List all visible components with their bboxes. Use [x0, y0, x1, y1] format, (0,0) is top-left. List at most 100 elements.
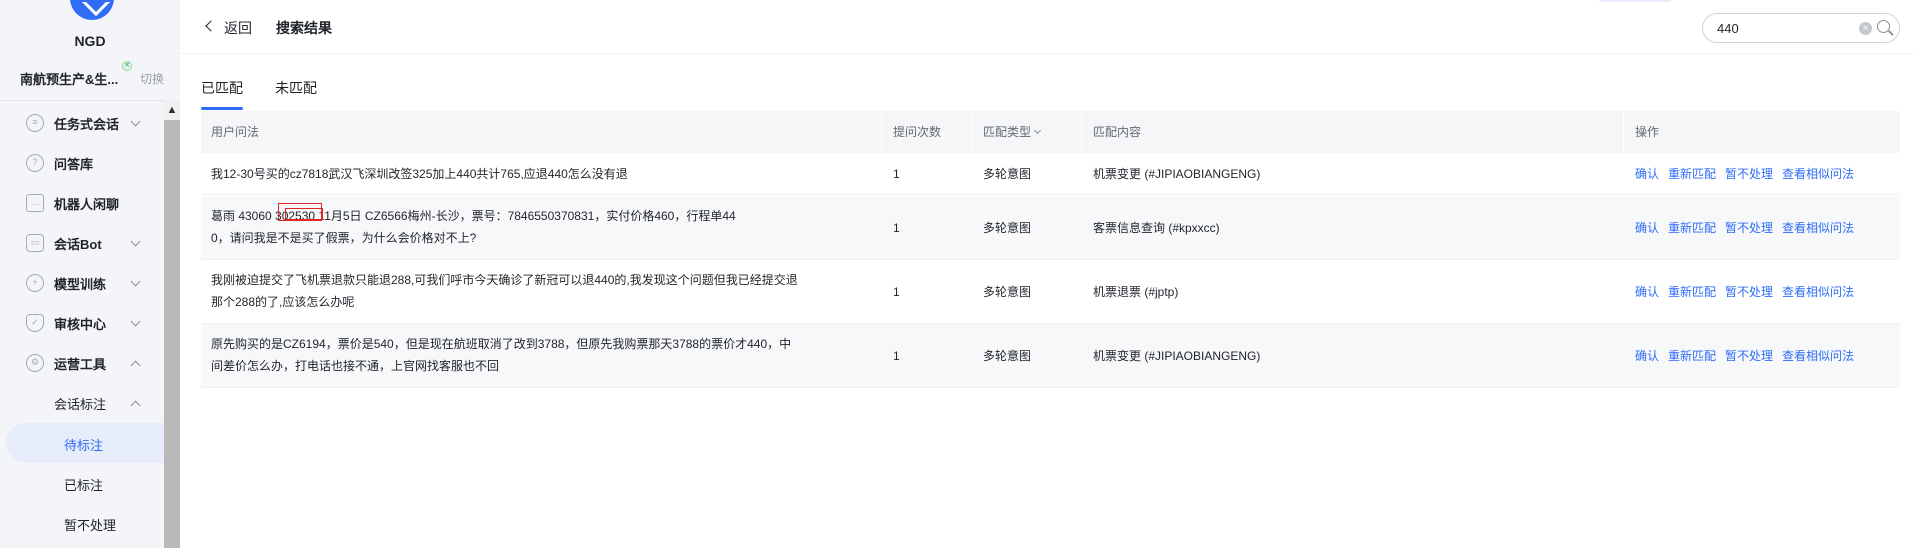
brand-logo-icon: [70, 0, 114, 20]
column-header-content: 匹配内容: [1093, 125, 1142, 139]
view-similar-button[interactable]: 查看相似问法: [1782, 285, 1854, 299]
ask-count: 1: [893, 221, 900, 235]
back-button[interactable]: 返回: [224, 18, 252, 38]
sidebar-item-dialog-bot[interactable]: ▭ 会话Bot: [0, 223, 164, 263]
column-header-count: 提问次数: [893, 125, 942, 139]
match-type: 多轮意图: [983, 221, 1032, 235]
sidebar-menu: NGD 南航预生产&生... ✕ 切换 ≡ 任务式会话 ? 问答库 … 机器人闲…: [0, 0, 164, 548]
column-divider: [1623, 111, 1624, 153]
confirm-button[interactable]: 确认: [1635, 167, 1659, 181]
sidebar-item-annotated[interactable]: 已标注: [0, 463, 164, 503]
sidebar-item-qa-library[interactable]: ? 问答库: [0, 143, 164, 183]
rematch-button[interactable]: 重新匹配: [1668, 221, 1716, 235]
table-row: 我刚被迫提交了飞机票退款只能退288,可我们呼市今天确诊了新冠可以退440的,我…: [201, 260, 1900, 324]
sidebar-item-label: 已标注: [64, 478, 104, 493]
chat-icon: …: [26, 194, 44, 212]
sidebar-item-label: 问答库: [54, 156, 94, 172]
header-decoration: [1598, 0, 1672, 2]
ignore-button[interactable]: 暂不处理: [1725, 285, 1773, 299]
clear-icon[interactable]: ×: [1859, 22, 1872, 35]
rematch-button[interactable]: 重新匹配: [1668, 167, 1716, 181]
view-similar-button[interactable]: 查看相似问法: [1782, 221, 1854, 235]
divider: [0, 100, 164, 101]
sidebar-item-label: 运营工具: [54, 356, 107, 372]
match-content: 客票信息查询 (#kpxxcc): [1093, 221, 1220, 235]
view-similar-button[interactable]: 查看相似问法: [1782, 167, 1854, 181]
brand-name: NGD: [74, 33, 106, 49]
question-text: 原先购买的是CZ6194，票价是540，但是现在航班取消了改到3788，但原先我…: [211, 337, 792, 373]
sidebar-subgroup-annotation[interactable]: 会话标注: [0, 383, 164, 423]
confirm-button[interactable]: 确认: [1635, 221, 1659, 235]
match-content: 机票变更 (#JIPIAOBIANGENG): [1093, 349, 1261, 363]
sort-caret-icon[interactable]: [1033, 126, 1042, 135]
table-row: 我12-30号买的cz7818武汉飞深圳改签325加上440共计765,应退44…: [201, 153, 1900, 195]
question-text: 我12-30号买的cz7818武汉飞深圳改签325加上440共计765,应退44…: [211, 167, 628, 181]
search-input[interactable]: [1717, 20, 1857, 36]
sidebar-item-pending[interactable]: 待标注: [6, 423, 164, 463]
match-content: 机票退票 (#jptp): [1093, 285, 1179, 299]
sidebar-item-label: 机器人闲聊: [54, 196, 120, 212]
column-header-question: 用户问法: [211, 125, 260, 139]
rematch-button[interactable]: 重新匹配: [1668, 349, 1716, 363]
sidebar-item-label: 暂不处理: [64, 518, 117, 533]
match-content: 机票变更 (#JIPIAOBIANGENG): [1093, 167, 1261, 181]
column-header-type[interactable]: 匹配类型: [983, 111, 1042, 153]
column-divider: [881, 111, 882, 153]
confirm-button[interactable]: 确认: [1635, 285, 1659, 299]
tenant-name[interactable]: 南航预生产&生...: [20, 69, 118, 88]
ask-count: 1: [893, 285, 900, 299]
sidebar-item-model-training[interactable]: + 模型训练: [0, 263, 164, 303]
active-tab-indicator: [201, 107, 243, 110]
sidebar-item-task-dialog[interactable]: ≡ 任务式会话: [0, 103, 164, 143]
bot-icon: ▭: [26, 234, 44, 252]
match-type: 多轮意图: [983, 285, 1032, 299]
tools-icon: ⚙: [26, 354, 44, 372]
ask-count: 1: [893, 349, 900, 363]
chevron-down-icon: [130, 116, 141, 126]
shield-icon: ✓: [26, 314, 44, 332]
rematch-button[interactable]: 重新匹配: [1668, 285, 1716, 299]
chevron-up-icon: [130, 400, 141, 410]
row-actions: 确认 重新匹配 暂不处理 查看相似问法: [1635, 345, 1863, 367]
tab-unmatched[interactable]: 未匹配: [275, 78, 317, 98]
search-box[interactable]: ×: [1702, 13, 1900, 43]
table-row: 葛雨 43060 302530 11月5日 CZ6566梅州-长沙，票号：784…: [201, 196, 1900, 260]
view-similar-button[interactable]: 查看相似问法: [1782, 349, 1854, 363]
chevron-down-icon: [130, 276, 141, 286]
sidebar-item-label: 会话Bot: [54, 236, 102, 252]
scroll-up-icon[interactable]: ▲: [164, 100, 180, 120]
row-actions: 确认 重新匹配 暂不处理 查看相似问法: [1635, 163, 1863, 185]
sidebar-item-label: 待标注: [64, 438, 104, 453]
search-icon[interactable]: [1877, 20, 1890, 33]
match-type: 多轮意图: [983, 349, 1032, 363]
sidebar-item-chitchat[interactable]: … 机器人闲聊: [0, 183, 164, 223]
switch-tenant-button[interactable]: 切换: [140, 70, 164, 87]
column-header-actions: 操作: [1635, 125, 1660, 139]
confirm-button[interactable]: 确认: [1635, 349, 1659, 363]
question-icon: ?: [26, 154, 44, 172]
sidebar-item-ignored[interactable]: 暂不处理: [0, 503, 164, 543]
question-text: 我刚被迫提交了飞机票退款只能退288,可我们呼市今天确诊了新冠可以退440的,我…: [211, 273, 798, 309]
sidebar-item-label: 模型训练: [54, 276, 107, 292]
sidebar-scrollbar[interactable]: [164, 100, 180, 548]
chevron-down-icon: [130, 236, 141, 246]
sidebar-item-label: 审核中心: [54, 316, 107, 332]
chevron-up-icon: [130, 360, 141, 370]
column-divider: [1081, 111, 1082, 153]
sidebar-item-ops-tools[interactable]: ⚙ 运营工具: [0, 343, 164, 383]
row-actions: 确认 重新匹配 暂不处理 查看相似问法: [1635, 281, 1863, 303]
ignore-button[interactable]: 暂不处理: [1725, 221, 1773, 235]
task-icon: ≡: [26, 114, 44, 132]
sidebar: NGD 南航预生产&生... ✕ 切换 ≡ 任务式会话 ? 问答库 … 机器人闲…: [0, 0, 180, 548]
sidebar-item-label: 任务式会话: [54, 116, 120, 132]
sidebar-item-review-center[interactable]: ✓ 审核中心: [0, 303, 164, 343]
tab-matched[interactable]: 已匹配: [201, 78, 243, 98]
top-header: [180, 0, 1914, 54]
row-actions: 确认 重新匹配 暂不处理 查看相似问法: [1635, 217, 1863, 239]
ignore-button[interactable]: 暂不处理: [1725, 167, 1773, 181]
table-header: 用户问法 提问次数 匹配类型 匹配内容 操作: [201, 111, 1900, 153]
tenant-status-icon: ✕: [122, 61, 132, 71]
redaction-mark: [278, 203, 323, 221]
column-divider: [971, 111, 972, 153]
ignore-button[interactable]: 暂不处理: [1725, 349, 1773, 363]
